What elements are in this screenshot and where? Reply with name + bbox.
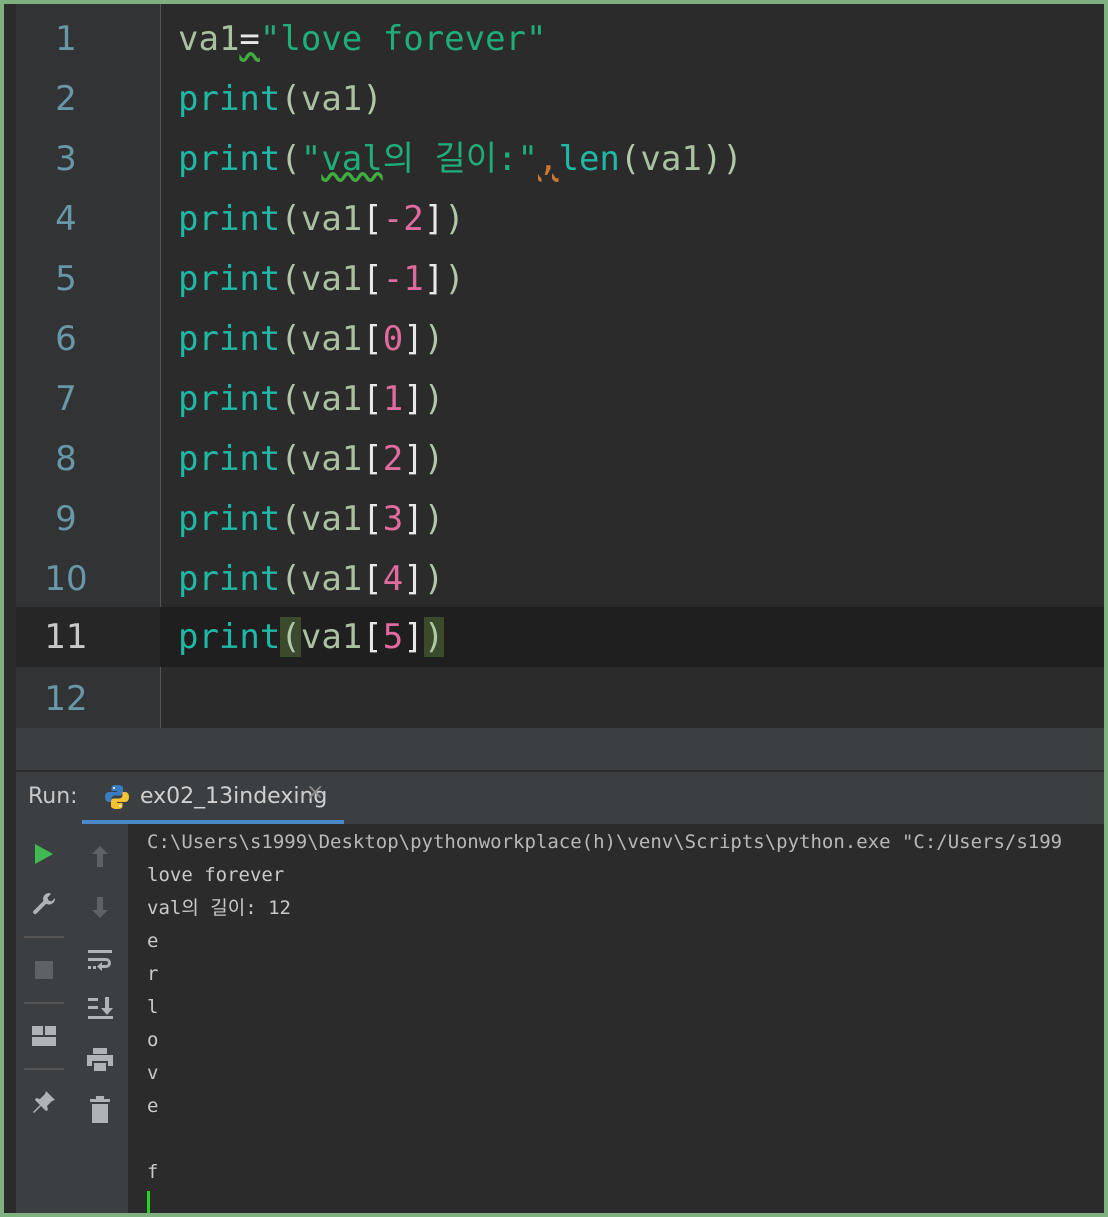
- clear-all-button[interactable]: [80, 1090, 120, 1130]
- code-line[interactable]: 8 print(va1[2]): [4, 429, 1104, 489]
- layout-button[interactable]: [24, 1016, 64, 1056]
- console-line: e: [147, 1095, 159, 1117]
- close-icon[interactable]: ×: [306, 780, 324, 805]
- line-number: 4: [55, 199, 77, 239]
- line-number: 3: [55, 139, 77, 179]
- stop-button[interactable]: [24, 950, 64, 990]
- code-line[interactable]: 1 va1="love forever": [4, 9, 1104, 69]
- console-output[interactable]: C:\Users\s1999\Desktop\pythonworkplace(h…: [128, 824, 1104, 1213]
- tab-label: ex02_13indexing: [140, 784, 328, 809]
- console-line: val의 길이: 12: [147, 897, 291, 919]
- code-line[interactable]: 10 print(va1[4]): [4, 549, 1104, 609]
- run-left-toolbar-2: [72, 824, 129, 1213]
- line-number: 2: [55, 79, 77, 119]
- line-number: 10: [44, 559, 88, 599]
- code-editor[interactable]: 1 va1="love forever" 2 print(va1) 3 prin…: [4, 4, 1104, 728]
- scroll-to-end-button[interactable]: [80, 988, 120, 1028]
- code-line[interactable]: 5 print(va1[-1]): [4, 249, 1104, 309]
- code-text[interactable]: print("val의 길이:",len(va1)): [178, 129, 743, 189]
- pin-button[interactable]: [24, 1082, 64, 1122]
- toolbar-divider: [24, 1002, 64, 1004]
- print-button[interactable]: [80, 1040, 120, 1080]
- code-line-current[interactable]: 11 print(va1[5]): [4, 607, 1104, 667]
- console-line: C:\Users\s1999\Desktop\pythonworkplace(h…: [147, 831, 1063, 853]
- code-line[interactable]: 6 print(va1[0]): [4, 309, 1104, 369]
- ide-window: 1 va1="love forever" 2 print(va1) 3 prin…: [4, 4, 1104, 1213]
- code-line[interactable]: 4 print(va1[-2]): [4, 189, 1104, 249]
- line-number: 12: [44, 679, 88, 719]
- run-toolbar: Run: ex02_13indexing ×: [16, 770, 1104, 824]
- code-text[interactable]: print(va1[5]): [178, 607, 445, 667]
- wrench-icon: [33, 893, 56, 915]
- code-text[interactable]: print(va1): [178, 69, 383, 129]
- text-caret: [147, 1191, 150, 1213]
- settings-button[interactable]: [24, 884, 64, 924]
- arrow-up-icon: [92, 846, 108, 867]
- console-line: r: [147, 963, 159, 985]
- line-number: 8: [55, 439, 77, 479]
- code-text[interactable]: print(va1[3]): [178, 489, 444, 549]
- pin-icon: [33, 1091, 55, 1113]
- console-line: f: [147, 1161, 159, 1183]
- arrow-down-icon: [92, 897, 108, 918]
- soft-wrap-button[interactable]: [80, 940, 120, 980]
- layout-icon: [32, 1026, 56, 1046]
- run-left-toolbar: [16, 824, 72, 1213]
- panel-separator[interactable]: [16, 728, 1104, 772]
- stop-icon: [35, 961, 53, 979]
- line-number: 6: [55, 319, 77, 359]
- toolbar-divider: [24, 936, 64, 938]
- trash-icon: [90, 1096, 110, 1123]
- code-line[interactable]: 12: [4, 669, 1104, 729]
- console-line: love forever: [147, 864, 285, 886]
- code-text[interactable]: print(va1[1]): [178, 369, 444, 429]
- matched-bracket: (: [280, 617, 301, 657]
- tab-run-config[interactable]: ex02_13indexing ×: [82, 772, 344, 824]
- code-line[interactable]: 9 print(va1[3]): [4, 489, 1104, 549]
- code-text[interactable]: print(va1[-2]): [178, 189, 465, 249]
- line-number: 9: [55, 499, 77, 539]
- console-line: v: [147, 1062, 159, 1084]
- rerun-button[interactable]: [24, 834, 64, 874]
- console-line: e: [147, 930, 159, 952]
- scroll-to-end-icon: [88, 997, 113, 1019]
- code-line[interactable]: 2 print(va1): [4, 69, 1104, 129]
- play-icon: [35, 844, 53, 864]
- previous-occurrence-button[interactable]: [80, 836, 120, 876]
- python-icon: [105, 785, 129, 809]
- print-icon: [87, 1048, 113, 1073]
- console-line: o: [147, 1029, 159, 1051]
- line-number: 11: [44, 617, 88, 657]
- code-text[interactable]: print(va1[-1]): [178, 249, 465, 309]
- toolbar-divider: [24, 1068, 64, 1070]
- line-number: 1: [55, 19, 77, 59]
- code-line[interactable]: 7 print(va1[1]): [4, 369, 1104, 429]
- next-occurrence-button[interactable]: [80, 888, 120, 928]
- soft-wrap-icon: [88, 950, 112, 971]
- code-text[interactable]: print(va1[2]): [178, 429, 444, 489]
- line-number: 5: [55, 259, 77, 299]
- code-text[interactable]: va1="love forever": [178, 9, 546, 69]
- code-text[interactable]: print(va1[4]): [178, 549, 444, 609]
- console-line: l: [147, 996, 159, 1018]
- code-text[interactable]: print(va1[0]): [178, 309, 444, 369]
- run-label: Run:: [28, 784, 78, 809]
- matched-bracket: ): [423, 617, 445, 657]
- code-line[interactable]: 3 print("val의 길이:",len(va1)): [4, 129, 1104, 189]
- line-number: 7: [55, 379, 77, 419]
